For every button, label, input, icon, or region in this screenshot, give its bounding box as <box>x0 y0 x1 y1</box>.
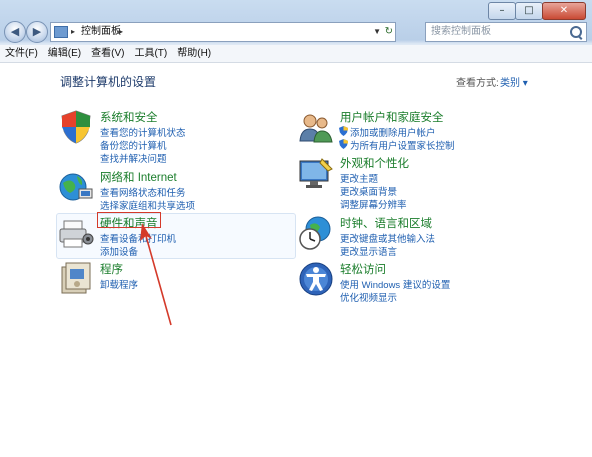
forward-button[interactable]: ▶ <box>26 21 48 43</box>
breadcrumb-arrow[interactable]: ▸ <box>119 23 123 41</box>
control-panel-icon <box>54 26 68 38</box>
address-bar-row: ◀ ▶ ▸ 控制面板 ▸ ▼ ↻ 搜索控制面板 <box>0 18 592 44</box>
control-panel-window: – □ ✕ ◀ ▶ ▸ 控制面板 ▸ ▼ ↻ 搜索控制面板 文件(F) 编辑(E)… <box>0 0 592 457</box>
menu-file[interactable]: 文件(F) <box>0 45 43 62</box>
menu-edit[interactable]: 编辑(E) <box>43 45 86 62</box>
back-button[interactable]: ◀ <box>4 21 26 43</box>
breadcrumb-separator[interactable]: ▸ <box>71 23 75 41</box>
address-box[interactable]: ▸ 控制面板 ▸ ▼ ↻ <box>50 22 396 42</box>
menu-bar: 文件(F) 编辑(E) 查看(V) 工具(T) 帮助(H) <box>0 45 592 63</box>
breadcrumb-control-panel[interactable]: 控制面板 <box>81 23 121 41</box>
annotation-arrow-icon <box>140 223 172 326</box>
content-pane: 调整计算机的设置 查看方式: 类别 ▾ 系统和安全 查看您的计算机状态 备份您的… <box>0 63 592 457</box>
search-input[interactable]: 搜索控制面板 <box>425 22 587 42</box>
address-dropdown-icon[interactable]: ▼ <box>373 23 381 41</box>
menu-tools[interactable]: 工具(T) <box>129 45 172 62</box>
menu-view[interactable]: 查看(V) <box>86 45 129 62</box>
search-icon[interactable] <box>570 26 582 38</box>
search-placeholder: 搜索控制面板 <box>431 26 491 37</box>
refresh-icon[interactable]: ↻ <box>385 23 393 41</box>
menu-help[interactable]: 帮助(H) <box>172 45 216 62</box>
